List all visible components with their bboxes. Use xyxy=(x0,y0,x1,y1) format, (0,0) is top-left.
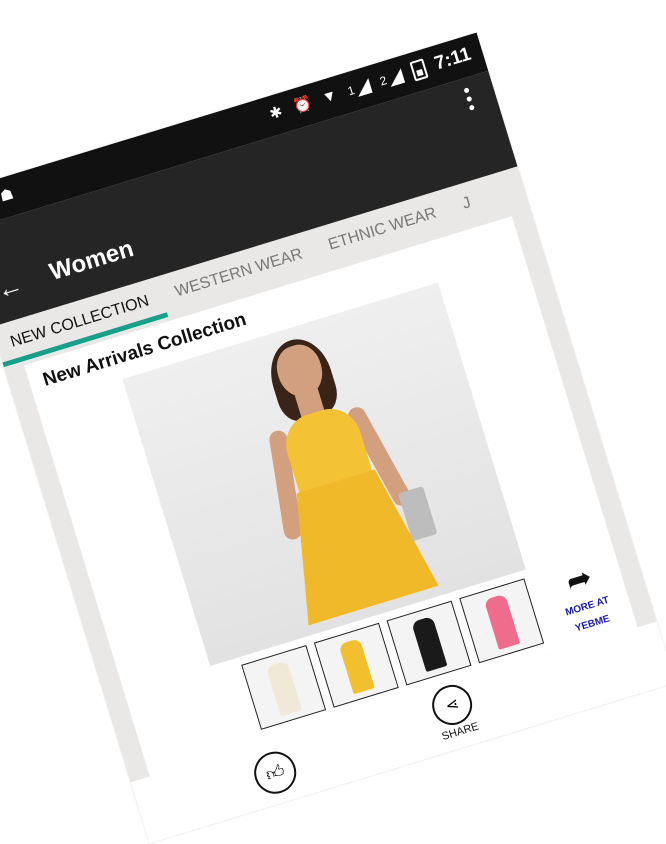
status-left-icons: ◉ ☗ xyxy=(0,185,18,216)
thumbnail-yellow-dress[interactable] xyxy=(313,622,399,708)
wifi-icon: ▼ xyxy=(319,86,340,108)
thumbnail-dress-shape xyxy=(483,593,521,650)
android-icon: ☗ xyxy=(0,185,16,206)
more-at-link[interactable]: ➦ MORE AT YEBME xyxy=(538,552,631,642)
thumbnail-pink-dress[interactable] xyxy=(459,578,545,664)
like-button[interactable]: 👍︎ xyxy=(248,746,302,799)
signal-icon xyxy=(354,77,373,97)
clock-time: 7:11 xyxy=(432,43,474,75)
thumbnail-cream-dress[interactable] xyxy=(241,645,327,730)
triangle-back-icon[interactable]: ◁ xyxy=(223,816,263,844)
circle-home-icon[interactable]: ○ xyxy=(398,762,438,802)
arrow-left-icon[interactable]: ← xyxy=(0,268,28,305)
square-recents-icon[interactable]: □ xyxy=(574,709,614,749)
battery-icon xyxy=(409,58,429,82)
bluetooth-icon: ✱ xyxy=(267,103,285,124)
more-vert-icon[interactable] xyxy=(450,80,487,117)
thumbnail-black-dress[interactable] xyxy=(386,600,472,686)
more-at-label: MORE AT YEBME xyxy=(564,594,612,635)
phone-screen: ◉ ☗ ✱ ⏰ ▼ 1 2 7:11 ← Women NEW COLLECTIO… xyxy=(0,32,666,844)
page-title: Women xyxy=(46,234,137,287)
signal-icon-2 xyxy=(386,67,405,87)
thumbnail-dress-shape xyxy=(411,615,448,673)
alarm-icon: ⏰ xyxy=(291,94,315,116)
thumbnail-dress-shape xyxy=(338,638,375,695)
thumbs-up-icon: 👍︎ xyxy=(263,760,288,785)
thumbnail-dress-shape xyxy=(265,660,303,717)
yellow-dress-skirt xyxy=(271,461,439,625)
